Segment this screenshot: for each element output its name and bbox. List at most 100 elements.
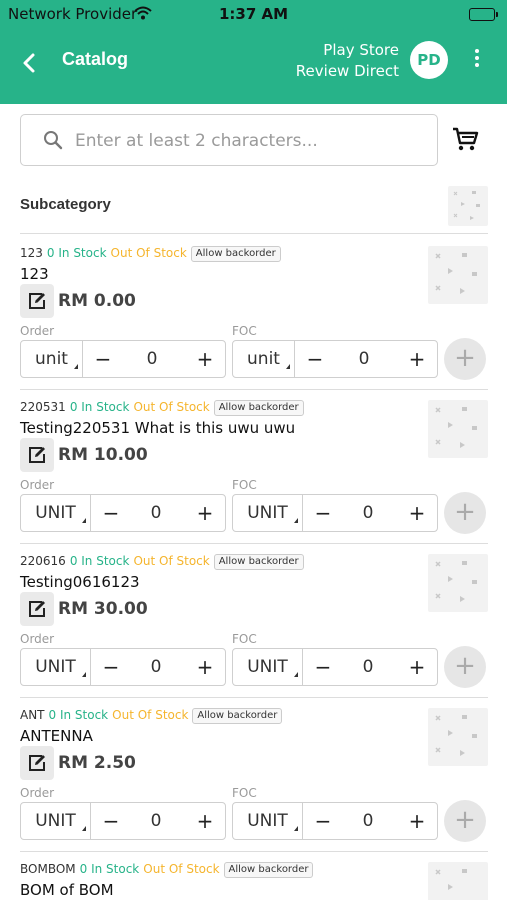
edit-icon <box>29 293 45 309</box>
backorder-badge: Allow backorder <box>190 246 281 262</box>
order-unit-select[interactable]: unit <box>21 341 83 377</box>
stock-count: 0 In Stock <box>48 708 109 722</box>
product-price: RM 10.00 <box>58 445 148 465</box>
product-row: ANT 0 In Stock Out Of Stock Allow backorder… <box>20 698 488 852</box>
add-to-cart-button[interactable]: + <box>444 646 486 688</box>
stock-count: 0 In Stock <box>79 862 140 876</box>
product-code: 220616 <box>20 554 66 568</box>
store-name: Play Store Review Direct <box>296 40 399 82</box>
order-unit-select[interactable]: UNIT <box>21 649 91 685</box>
foc-stepper: UNIT − 0 + <box>232 494 438 532</box>
battery-icon <box>469 8 498 21</box>
order-label: Order <box>20 786 55 800</box>
order-increment-button[interactable]: + <box>187 649 223 685</box>
foc-quantity[interactable]: 0 <box>343 649 393 685</box>
edit-price-button[interactable] <box>20 746 54 780</box>
subcategory-label: Subcategory <box>20 196 111 213</box>
product-price: RM 30.00 <box>58 599 148 619</box>
product-meta: ANT 0 In Stock Out Of Stock Allow backorder <box>20 708 283 724</box>
product-code: 123 <box>20 246 43 260</box>
product-code: BOMBOM <box>20 862 76 876</box>
product-price: RM 0.00 <box>58 291 136 311</box>
product-row: 220616 0 In Stock Out Of Stock Allow backor… <box>20 544 488 698</box>
order-decrement-button[interactable]: − <box>85 341 121 377</box>
foc-quantity[interactable]: 0 <box>339 341 389 377</box>
add-to-cart-button[interactable]: + <box>444 800 486 842</box>
order-decrement-button[interactable]: − <box>93 649 129 685</box>
order-unit-select[interactable]: UNIT <box>21 803 91 839</box>
foc-unit-select[interactable]: UNIT <box>233 495 303 531</box>
order-label: Order <box>20 324 55 338</box>
foc-increment-button[interactable]: + <box>399 649 435 685</box>
stock-count: 0 In Stock <box>69 554 130 568</box>
more-options-button[interactable] <box>468 46 486 76</box>
order-quantity[interactable]: 0 <box>127 341 177 377</box>
order-increment-button[interactable]: + <box>187 495 223 531</box>
product-price: RM 2.50 <box>58 753 136 773</box>
foc-unit-select[interactable]: UNIT <box>233 803 303 839</box>
product-name: 123 <box>20 265 49 283</box>
search-input[interactable] <box>75 127 425 155</box>
order-label: Order <box>20 478 55 492</box>
edit-price-button[interactable] <box>20 592 54 626</box>
foc-stepper: UNIT − 0 + <box>232 648 438 686</box>
stock-status: Out Of Stock <box>112 708 189 722</box>
product-row: 220531 0 In Stock Out Of Stock Allow backor… <box>20 390 488 544</box>
stock-status: Out Of Stock <box>110 246 187 260</box>
search-box[interactable] <box>20 114 438 166</box>
foc-label: FOC <box>232 478 257 492</box>
order-quantity[interactable]: 0 <box>131 495 181 531</box>
foc-decrement-button[interactable]: − <box>297 341 333 377</box>
back-button[interactable] <box>22 48 52 78</box>
product-row: 123 0 In Stock Out Of Stock Allow backorder… <box>20 236 488 390</box>
foc-unit-select[interactable]: unit <box>233 341 295 377</box>
order-stepper: unit − 0 + <box>20 340 226 378</box>
foc-unit-select[interactable]: UNIT <box>233 649 303 685</box>
order-increment-button[interactable]: + <box>187 803 223 839</box>
avatar[interactable]: PD <box>410 41 448 79</box>
order-stepper: UNIT − 0 + <box>20 648 226 686</box>
product-code: 220531 <box>20 400 66 414</box>
subcategory-row[interactable]: Subcategory <box>20 182 488 234</box>
add-to-cart-button[interactable]: + <box>444 338 486 380</box>
stock-count: 0 In Stock <box>46 246 107 260</box>
cart-button[interactable] <box>450 124 480 154</box>
product-meta: BOMBOM 0 In Stock Out Of Stock Allow backor… <box>20 862 314 878</box>
foc-stepper: UNIT − 0 + <box>232 802 438 840</box>
foc-decrement-button[interactable]: − <box>305 495 341 531</box>
backorder-badge: Allow backorder <box>213 400 304 416</box>
cart-icon <box>453 127 479 151</box>
foc-increment-button[interactable]: + <box>399 803 435 839</box>
stock-count: 0 In Stock <box>69 400 130 414</box>
page-title: Catalog <box>62 49 129 69</box>
edit-price-button[interactable] <box>20 438 54 472</box>
subcategory-thumbnail <box>448 186 488 226</box>
store-name-line1: Play Store <box>323 41 399 59</box>
order-quantity[interactable]: 0 <box>131 803 181 839</box>
foc-label: FOC <box>232 786 257 800</box>
add-to-cart-button[interactable]: + <box>444 492 486 534</box>
product-thumbnail <box>428 554 488 612</box>
foc-decrement-button[interactable]: − <box>305 803 341 839</box>
foc-increment-button[interactable]: + <box>399 341 435 377</box>
product-code: ANT <box>20 708 45 722</box>
order-unit-select[interactable]: UNIT <box>21 495 91 531</box>
order-decrement-button[interactable]: − <box>93 803 129 839</box>
foc-increment-button[interactable]: + <box>399 495 435 531</box>
product-thumbnail <box>428 708 488 766</box>
order-decrement-button[interactable]: − <box>93 495 129 531</box>
foc-decrement-button[interactable]: − <box>305 649 341 685</box>
status-bar: Network Provider 1:37 AM <box>0 0 507 30</box>
product-name: BOM of BOM <box>20 881 114 899</box>
edit-icon <box>29 601 45 617</box>
product-thumbnail <box>428 862 488 900</box>
foc-quantity[interactable]: 0 <box>343 803 393 839</box>
order-increment-button[interactable]: + <box>187 341 223 377</box>
order-quantity[interactable]: 0 <box>131 649 181 685</box>
stock-status: Out Of Stock <box>133 554 210 568</box>
product-thumbnail <box>428 246 488 304</box>
foc-quantity[interactable]: 0 <box>343 495 393 531</box>
order-stepper: UNIT − 0 + <box>20 802 226 840</box>
backorder-badge: Allow backorder <box>223 862 314 878</box>
edit-price-button[interactable] <box>20 284 54 318</box>
